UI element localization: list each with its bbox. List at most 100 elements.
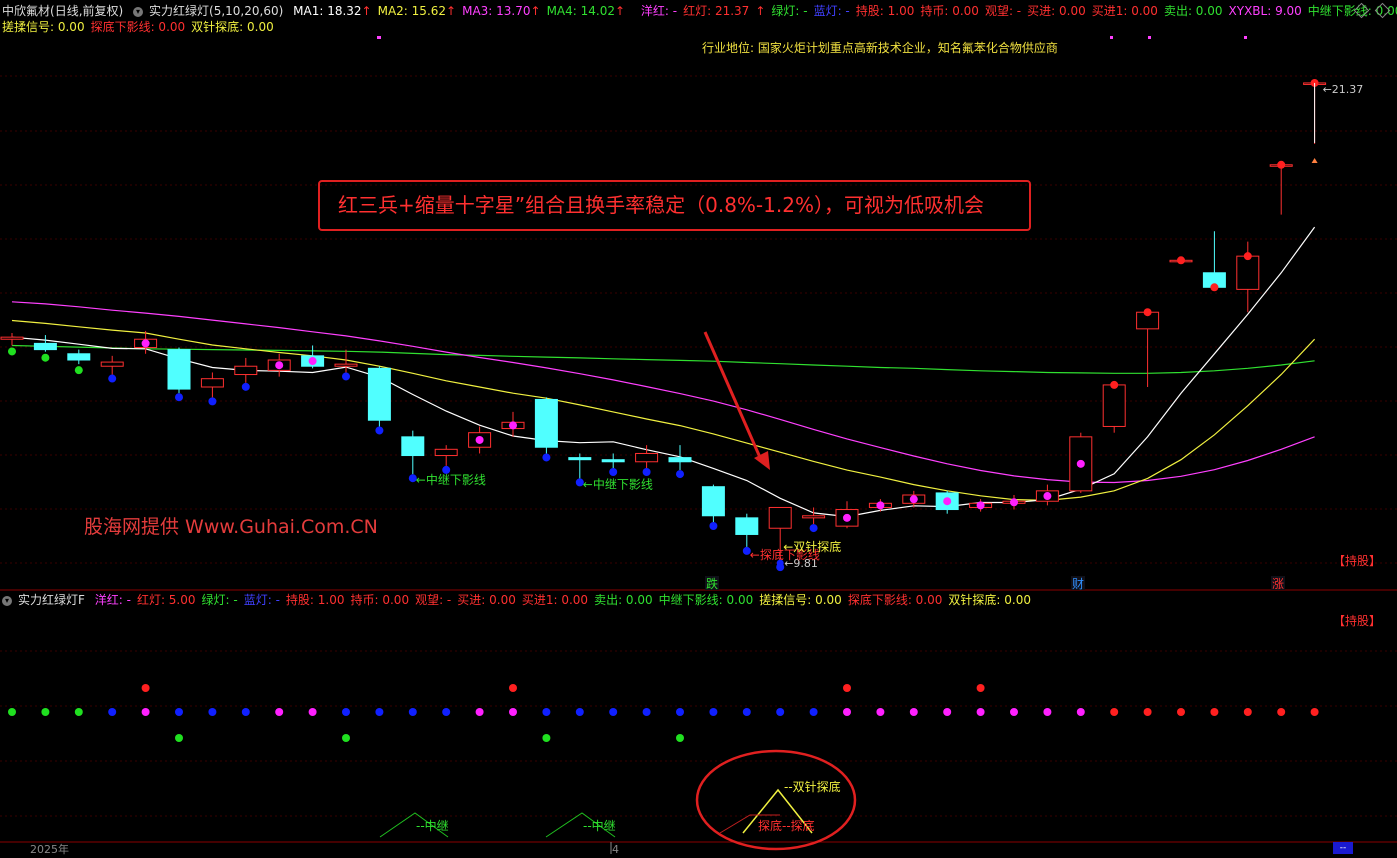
sub-pattern-label: 探底--探底 bbox=[758, 818, 815, 833]
candle-down bbox=[33, 342, 57, 351]
indicator-name[interactable]: 实力红绿灯(5,10,20,60) bbox=[149, 4, 283, 18]
signal-values-row1: 洋红: - 红灯: 21.37 ↑ 绿灯: - 蓝灯: - 持股: 1.00 持币: 0.0… bbox=[641, 4, 1397, 18]
sub-lamp-dot bbox=[809, 708, 818, 716]
candle-down bbox=[701, 486, 725, 517]
event-marker: 涨 bbox=[1272, 576, 1284, 591]
sub-lamp-dot bbox=[909, 708, 918, 716]
sub-collapse-icon[interactable]: ▾ bbox=[2, 595, 12, 606]
up-arrow-icon: ↑ bbox=[361, 4, 372, 18]
lamp-dot bbox=[676, 470, 684, 479]
candle-up bbox=[334, 363, 358, 367]
sub-lamp-dot bbox=[1177, 708, 1185, 716]
sub-lamp-dot bbox=[1076, 708, 1085, 716]
lamp-dot bbox=[642, 468, 651, 476]
x-axis-year: 2025年 bbox=[30, 843, 69, 856]
sub-lamp-dot bbox=[843, 708, 851, 716]
lamp-dot bbox=[8, 347, 16, 356]
signal-item: 观望: - bbox=[984, 4, 1022, 18]
event-marker: 财 bbox=[1072, 577, 1084, 591]
sub-lamp-dot bbox=[676, 708, 684, 716]
lamp-dot bbox=[709, 522, 718, 530]
sub-lamp-dot bbox=[776, 708, 785, 716]
annotation-arrow-head bbox=[754, 451, 770, 470]
sub-lamp-dot bbox=[1243, 708, 1252, 716]
lamp-dot bbox=[308, 357, 317, 366]
top-dot-marker bbox=[1148, 36, 1151, 39]
sub-red-dot bbox=[976, 684, 985, 692]
sub-lamp-dot bbox=[642, 708, 651, 716]
lamp-dot bbox=[1076, 459, 1085, 468]
sub-lamp-dot bbox=[141, 708, 150, 716]
sub-lamp-dot bbox=[742, 708, 751, 716]
indicator-collapse-icon[interactable]: ▾ bbox=[133, 6, 144, 17]
signal-item: 买进1: 0.00 bbox=[1091, 4, 1158, 18]
ma-value-4: MA4: 14.02↑ bbox=[547, 4, 625, 18]
event-marker: 跌 bbox=[706, 576, 718, 591]
ma-label: MA4: bbox=[546, 4, 581, 18]
sub-signal-item: 买进1: 0.00 bbox=[521, 593, 589, 607]
signal-item: 买进: 0.00 bbox=[1027, 4, 1086, 18]
candle-up bbox=[0, 336, 24, 340]
candle-down bbox=[401, 436, 425, 457]
candle-down bbox=[67, 353, 91, 361]
signal-item: XYXBL: 9.00 bbox=[1228, 4, 1302, 18]
candle-up bbox=[1236, 255, 1260, 290]
candle-down bbox=[568, 457, 592, 461]
signal-item: 探底下影线: 0.00 bbox=[90, 20, 186, 34]
lamp-dot bbox=[509, 421, 517, 430]
period-label: (日线,前复权) bbox=[50, 4, 124, 18]
sub-lamp-dot bbox=[1010, 708, 1018, 716]
candle-down bbox=[167, 349, 191, 390]
lamp-dot bbox=[609, 468, 618, 476]
sub-lamp-dot bbox=[8, 708, 16, 716]
ma-value-3: MA3: 13.70↑ bbox=[462, 4, 540, 18]
watermark: 股海网提供 Www.Guhai.Com.CN bbox=[84, 516, 378, 538]
ma-label: MA3: bbox=[462, 4, 497, 18]
sub-pattern-label: --中继 bbox=[416, 818, 449, 833]
main-chart[interactable]: ←21.37←9.81←中继下影线 ←中继下影线←探底下影线←双针探底跌财涨--中… bbox=[0, 0, 1397, 854]
sub-lamp-dot bbox=[475, 708, 484, 716]
holding-status-badge: 【持股】 bbox=[1333, 554, 1382, 568]
ma-label: MA2: bbox=[377, 4, 412, 18]
signal-item: 卖出: 0.00 bbox=[1163, 4, 1223, 18]
sub-lamp-dot bbox=[1110, 708, 1119, 716]
candle-signal-label: ←中继下影线 bbox=[583, 476, 653, 491]
candle-up bbox=[234, 365, 258, 376]
stock-name[interactable]: 中欣氟材 bbox=[2, 4, 50, 18]
sub-green-dot bbox=[175, 734, 183, 742]
sub-lamp-dot bbox=[442, 708, 451, 716]
candle-up bbox=[1102, 384, 1126, 427]
signal-item: ↑ bbox=[755, 4, 766, 18]
sub-green-dot bbox=[676, 734, 684, 742]
signal-item: 持股: 1.00 bbox=[855, 4, 915, 18]
lamp-dot bbox=[943, 497, 952, 506]
kline-chart-window: ←21.37 ←9.81 ←中继下影线 ←中继下影线 ←探底下影线 ←双针探底跌财涨 --中… bbox=[0, 0, 1397, 856]
sub-lamp-dot bbox=[74, 708, 83, 716]
lamp-dot bbox=[108, 374, 117, 383]
lamp-dot bbox=[809, 524, 818, 533]
sub-indicator-name[interactable]: 实力红绿灯F bbox=[18, 593, 85, 607]
sub-lamp-dot bbox=[1143, 708, 1152, 716]
lamp-dot bbox=[909, 495, 918, 504]
lamp-dot bbox=[1243, 252, 1252, 261]
signal-item: 蓝灯: - bbox=[813, 4, 850, 18]
ma-number: 18.32 bbox=[327, 4, 362, 18]
candle-up bbox=[434, 448, 458, 457]
sub-signal-item: 持股: 1.00 bbox=[285, 593, 345, 607]
scroll-nav-button[interactable]: -- bbox=[1333, 842, 1353, 854]
top-dot-marker bbox=[1244, 36, 1247, 39]
annotation-box: 红三兵+缩量十字星”组合且换手率稳定（0.8%-1.2%），可视为低吸机会 bbox=[318, 180, 1031, 231]
ma-number: 14.02 bbox=[580, 4, 615, 18]
lamp-dot bbox=[342, 372, 350, 381]
sub-lamp-dot bbox=[1210, 708, 1219, 716]
sub-lamp-dot bbox=[709, 708, 718, 716]
sub-lamp-dot bbox=[342, 708, 350, 716]
sub-signal-item: 买进: 0.00 bbox=[457, 593, 516, 607]
lamp-dot bbox=[976, 501, 985, 510]
lamp-dot bbox=[241, 382, 250, 391]
sub-signal-item: 绿灯: - bbox=[201, 593, 238, 607]
sub-indicator-header: ▾ 实力红绿灯F 洋红: - 红灯: 5.00 绿灯: - 蓝灯: - 持股: 1.00 持… bbox=[2, 592, 1037, 608]
ma-value-2: MA2: 15.62↑ bbox=[378, 4, 456, 18]
candle-up bbox=[802, 515, 826, 519]
sub-red-dot bbox=[509, 684, 517, 692]
